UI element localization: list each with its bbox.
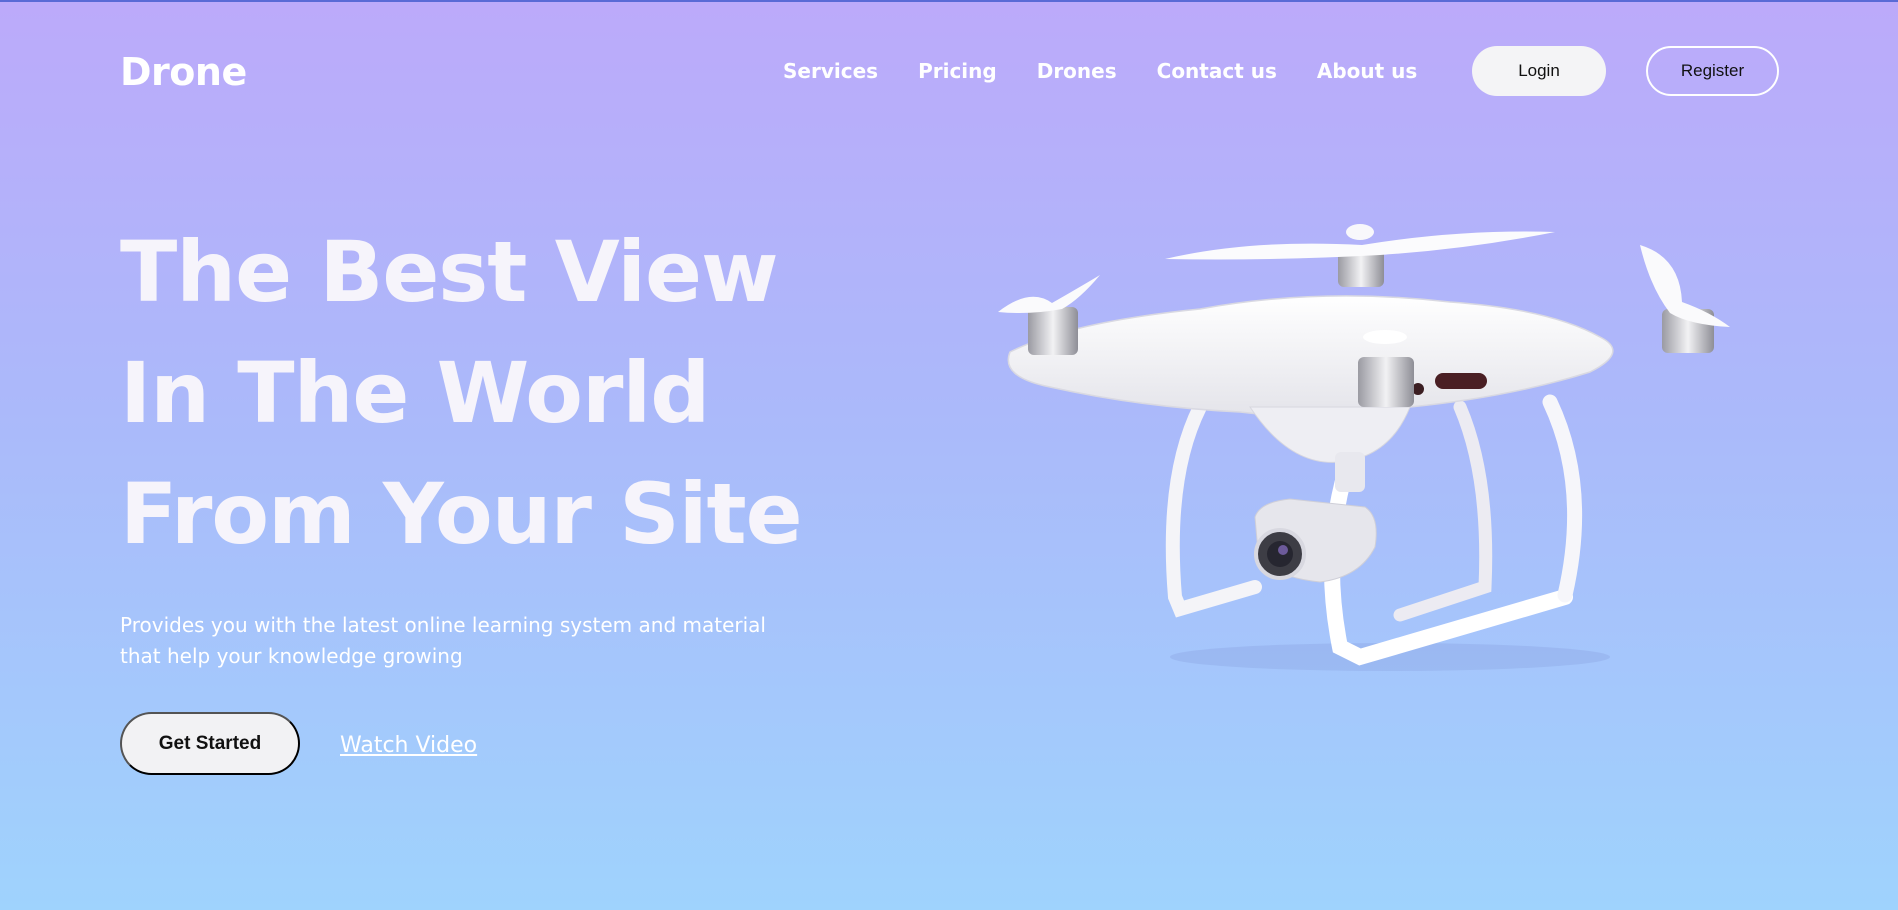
hero-title-line: The Best View [120,223,779,321]
hero-title-line: In The World [120,344,710,442]
get-started-button[interactable]: Get Started [120,712,300,775]
nav-pricing[interactable]: Pricing [918,59,997,83]
drone-illustration-icon [998,224,1730,671]
register-button[interactable]: Register [1646,46,1779,96]
hero-subtitle-line: Provides you with the latest online lear… [120,613,766,637]
hero-subtitle: Provides you with the latest online lear… [120,610,780,672]
site-logo[interactable]: Drone [120,50,247,94]
hero-title-line: From Your Site [120,465,803,563]
nav-services[interactable]: Services [783,59,878,83]
nav-drones[interactable]: Drones [1037,59,1117,83]
watch-video-link[interactable]: Watch Video [340,733,477,758]
main-nav: Services Pricing Drones Contact us About… [783,59,1417,83]
hero-subtitle-line: that help your knowledge growing [120,644,463,668]
nav-contact-us[interactable]: Contact us [1157,59,1277,83]
hero-title: The Best View In The World From Your Sit… [120,212,803,575]
nav-about-us[interactable]: About us [1317,59,1417,83]
login-button[interactable]: Login [1472,46,1606,96]
